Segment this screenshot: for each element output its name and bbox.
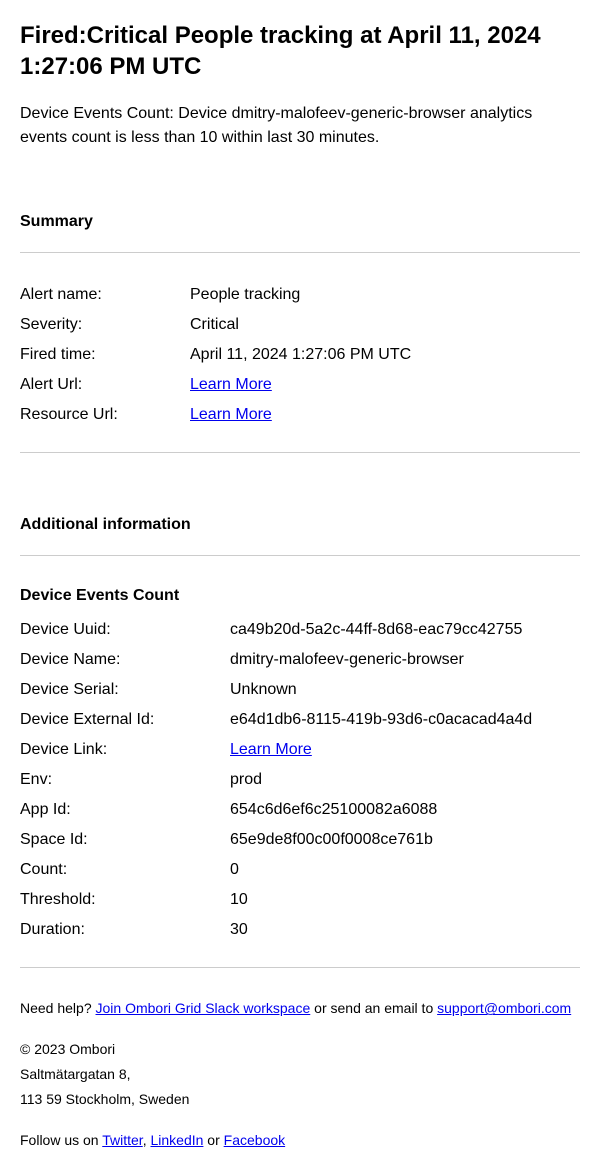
- count-label: Count:: [20, 858, 230, 882]
- address-line1: Saltmätargatan 8,: [20, 1064, 580, 1085]
- support-email-link[interactable]: support@ombori.com: [437, 1000, 571, 1016]
- device-link-link[interactable]: Learn More: [230, 741, 312, 758]
- fired-time-label: Fired time:: [20, 343, 190, 367]
- table-row: Fired time: April 11, 2024 1:27:06 PM UT…: [20, 343, 580, 367]
- table-row: Resource Url: Learn More: [20, 403, 580, 427]
- space-id-value: 65e9de8f00c00f0008ce761b: [230, 828, 580, 852]
- alert-description: Device Events Count: Device dmitry-malof…: [20, 102, 580, 150]
- linkedin-link[interactable]: LinkedIn: [150, 1132, 203, 1148]
- copyright-block: © 2023 Ombori Saltmätargatan 8, 113 59 S…: [20, 1039, 580, 1110]
- table-row: Device External Id: e64d1db6-8115-419b-9…: [20, 708, 580, 732]
- threshold-label: Threshold:: [20, 888, 230, 912]
- app-id-value: 654c6d6ef6c25100082a6088: [230, 798, 580, 822]
- help-middle: or send an email to: [310, 1000, 437, 1016]
- alert-name-label: Alert name:: [20, 283, 190, 307]
- divider: [20, 252, 580, 253]
- table-row: Severity: Critical: [20, 313, 580, 337]
- duration-label: Duration:: [20, 918, 230, 942]
- help-text: Need help? Join Ombori Grid Slack worksp…: [20, 998, 580, 1019]
- device-serial-value: Unknown: [230, 678, 580, 702]
- device-name-value: dmitry-malofeev-generic-browser: [230, 648, 580, 672]
- help-prefix: Need help?: [20, 1000, 96, 1016]
- divider: [20, 452, 580, 453]
- table-row: Device Uuid: ca49b20d-5a2c-44ff-8d68-eac…: [20, 618, 580, 642]
- follow-prefix: Follow us on: [20, 1132, 102, 1148]
- facebook-link[interactable]: Facebook: [224, 1132, 285, 1148]
- table-row: Device Serial: Unknown: [20, 678, 580, 702]
- env-value: prod: [230, 768, 580, 792]
- slack-link[interactable]: Join Ombori Grid Slack workspace: [96, 1000, 311, 1016]
- additional-section: Additional information Device Events Cou…: [20, 513, 580, 968]
- table-row: Device Name: dmitry-malofeev-generic-bro…: [20, 648, 580, 672]
- duration-value: 30: [230, 918, 580, 942]
- alert-url-label: Alert Url:: [20, 373, 190, 397]
- table-row: Device Link: Learn More: [20, 738, 580, 762]
- divider: [20, 555, 580, 556]
- resource-url-link[interactable]: Learn More: [190, 406, 272, 423]
- fired-time-value: April 11, 2024 1:27:06 PM UTC: [190, 343, 580, 367]
- table-row: Count: 0: [20, 858, 580, 882]
- alert-url-link[interactable]: Learn More: [190, 376, 272, 393]
- additional-heading: Additional information: [20, 513, 580, 537]
- table-row: Alert Url: Learn More: [20, 373, 580, 397]
- table-row: Env: prod: [20, 768, 580, 792]
- table-row: App Id: 654c6d6ef6c25100082a6088: [20, 798, 580, 822]
- device-name-label: Device Name:: [20, 648, 230, 672]
- device-uuid-value: ca49b20d-5a2c-44ff-8d68-eac79cc42755: [230, 618, 580, 642]
- space-id-label: Space Id:: [20, 828, 230, 852]
- twitter-link[interactable]: Twitter: [102, 1132, 142, 1148]
- divider: [20, 967, 580, 968]
- page-title: Fired:Critical People tracking at April …: [20, 20, 580, 82]
- env-label: Env:: [20, 768, 230, 792]
- app-id-label: App Id:: [20, 798, 230, 822]
- table-row: Threshold: 10: [20, 888, 580, 912]
- summary-table: Alert name: People tracking Severity: Cr…: [20, 283, 580, 427]
- device-uuid-label: Device Uuid:: [20, 618, 230, 642]
- severity-value: Critical: [190, 313, 580, 337]
- footer: Need help? Join Ombori Grid Slack worksp…: [20, 998, 580, 1151]
- alert-name-value: People tracking: [190, 283, 580, 307]
- table-row: Alert name: People tracking: [20, 283, 580, 307]
- device-external-id-value: e64d1db6-8115-419b-93d6-c0acacad4a4d: [230, 708, 580, 732]
- details-table: Device Events Count Device Uuid: ca49b20…: [20, 584, 580, 942]
- device-external-id-label: Device External Id:: [20, 708, 230, 732]
- address-line2: 113 59 Stockholm, Sweden: [20, 1089, 580, 1110]
- table-row: Space Id: 65e9de8f00c00f0008ce761b: [20, 828, 580, 852]
- details-heading: Device Events Count: [20, 584, 580, 608]
- severity-label: Severity:: [20, 313, 190, 337]
- table-row: Duration: 30: [20, 918, 580, 942]
- summary-heading: Summary: [20, 210, 580, 234]
- device-link-label: Device Link:: [20, 738, 230, 762]
- copyright: © 2023 Ombori: [20, 1039, 580, 1060]
- device-serial-label: Device Serial:: [20, 678, 230, 702]
- social-links: Follow us on Twitter, LinkedIn or Facebo…: [20, 1130, 580, 1151]
- count-value: 0: [230, 858, 580, 882]
- threshold-value: 10: [230, 888, 580, 912]
- summary-section: Summary Alert name: People tracking Seve…: [20, 210, 580, 453]
- resource-url-label: Resource Url:: [20, 403, 190, 427]
